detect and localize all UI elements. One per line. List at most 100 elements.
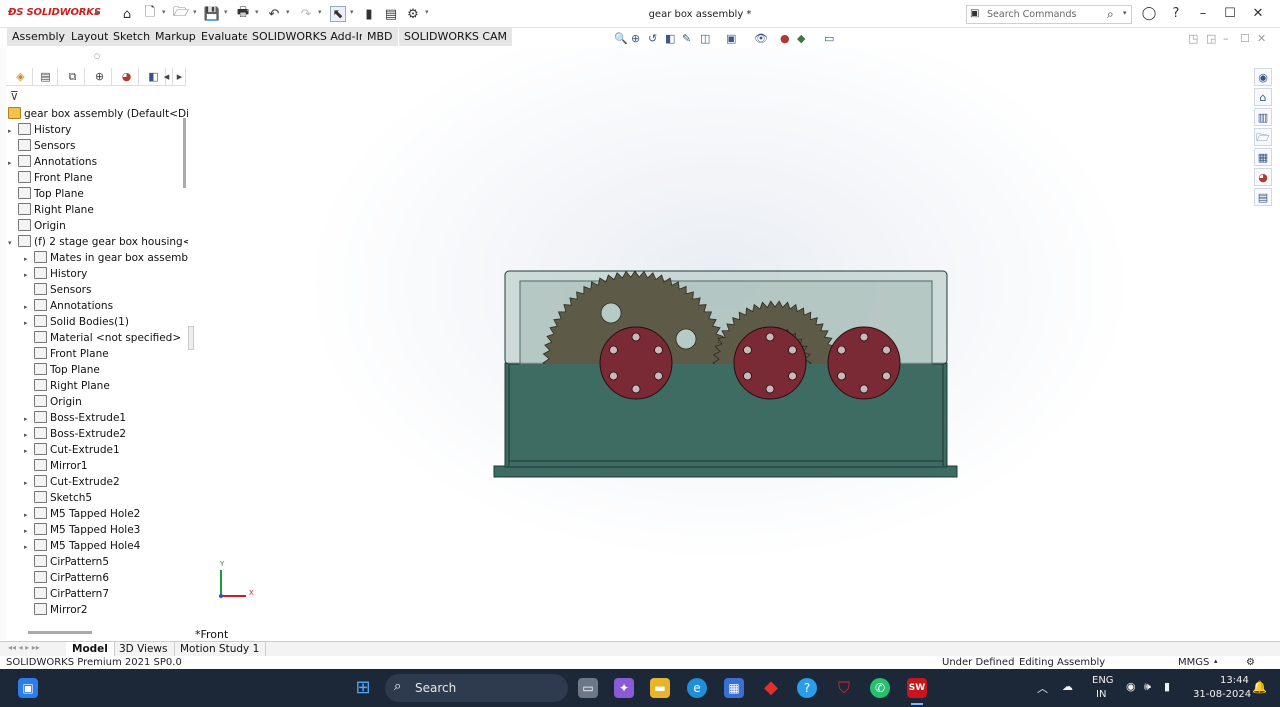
tab-3d-views[interactable]: 3D Views bbox=[113, 642, 175, 657]
tree-child-item[interactable]: Sensors bbox=[24, 282, 91, 298]
redo-icon[interactable]: ↷ bbox=[298, 6, 314, 22]
home-pane-icon[interactable]: ⌂ bbox=[1254, 88, 1272, 106]
tree-item[interactable]: Front Plane bbox=[8, 170, 93, 186]
file-explorer-taskbar-icon[interactable]: ▬ bbox=[650, 678, 670, 698]
edge-icon[interactable]: e bbox=[687, 678, 707, 698]
unit-system[interactable]: MMGS bbox=[1178, 657, 1209, 668]
tree-item[interactable]: ▸ History bbox=[8, 122, 71, 138]
taskbar-search[interactable]: ⌕ Search bbox=[385, 674, 568, 702]
save-caret-icon[interactable]: ▾ bbox=[224, 8, 228, 16]
help-app-icon[interactable]: ? bbox=[797, 678, 817, 698]
tree-child-item[interactable]: Top Plane bbox=[24, 362, 100, 378]
mcafee-icon[interactable]: ⛉ bbox=[834, 678, 854, 698]
tree-child-item[interactable]: ▸ M5 Tapped Hole3 bbox=[24, 522, 140, 538]
tree-item[interactable]: Top Plane bbox=[8, 186, 84, 202]
onedrive-icon[interactable]: ☁ bbox=[1062, 680, 1073, 693]
viewport-tile-icon[interactable]: ◲ bbox=[1206, 32, 1216, 45]
tree-child-item[interactable]: Origin bbox=[24, 394, 82, 410]
viewport-close-icon[interactable]: ✕ bbox=[1257, 32, 1266, 45]
tab-motion-study[interactable]: Motion Study 1 bbox=[174, 642, 267, 657]
tree-item[interactable]: Right Plane bbox=[8, 202, 94, 218]
tree-child-item[interactable]: ▸ Boss-Extrude2 bbox=[24, 426, 126, 442]
design-library-icon[interactable]: ▥ bbox=[1254, 108, 1272, 126]
tree-horizontal-scrollbar[interactable] bbox=[28, 631, 92, 634]
units-caret-icon[interactable]: ▴ bbox=[1214, 657, 1218, 665]
search-icon[interactable]: ⌕ bbox=[1107, 7, 1114, 22]
tab-cam[interactable]: SOLIDWORKS CAM bbox=[399, 28, 514, 46]
tree-child-item[interactable]: Mirror1 bbox=[24, 458, 88, 474]
collapse-arrow-icon[interactable]: ▾ bbox=[8, 235, 18, 251]
expand-arrow-icon[interactable]: ▸ bbox=[24, 523, 34, 539]
expand-arrow-icon[interactable]: ▸ bbox=[24, 475, 34, 491]
battery-icon[interactable]: ▮ bbox=[1164, 680, 1170, 693]
print-icon[interactable]: 🖶 bbox=[235, 5, 251, 22]
tree-vertical-scrollbar[interactable] bbox=[183, 118, 186, 188]
viewport-maximize-icon[interactable]: ☐ bbox=[1240, 32, 1250, 45]
tree-child-item[interactable]: ▸ History bbox=[24, 266, 87, 282]
tabs-left-arrow-icon[interactable]: ◂ bbox=[161, 68, 173, 85]
volume-icon[interactable]: 🕪 bbox=[1144, 680, 1151, 694]
property-manager-tab-icon[interactable]: ▤ bbox=[34, 68, 58, 85]
viewport-minimize-icon[interactable]: – bbox=[1223, 32, 1229, 45]
edit-appearance-icon[interactable]: ● bbox=[780, 32, 790, 45]
new-caret-icon[interactable]: ▾ bbox=[162, 8, 166, 16]
display-manager-tab-icon[interactable]: ◕ bbox=[115, 68, 139, 85]
file-explorer-icon[interactable]: 🗁 bbox=[1254, 128, 1272, 146]
solidworks-resources-icon[interactable]: ◉ bbox=[1254, 68, 1272, 86]
tab-assembly[interactable]: Assembly bbox=[7, 28, 72, 46]
expand-arrow-icon[interactable]: ▸ bbox=[8, 155, 18, 171]
select-icon[interactable]: ⬉ bbox=[330, 6, 346, 22]
appearances-icon[interactable]: ◕ bbox=[1254, 168, 1272, 186]
tree-child-item[interactable]: ▸ Boss-Extrude1 bbox=[24, 410, 126, 426]
task-view-icon[interactable]: ▭ bbox=[578, 678, 598, 698]
clock-time[interactable]: 13:44 bbox=[1220, 675, 1249, 686]
expand-arrow-icon[interactable]: ▸ bbox=[24, 267, 34, 283]
feature-tree-tab-icon[interactable]: ◈ bbox=[9, 68, 33, 85]
filter-icon[interactable]: ⊽ bbox=[10, 89, 19, 103]
start-icon[interactable]: ⊞ bbox=[353, 678, 373, 698]
expand-arrow-icon[interactable]: ▸ bbox=[24, 411, 34, 427]
dimxpert-tab-icon[interactable]: ⊕ bbox=[88, 68, 112, 85]
tree-child-item[interactable]: ▸ Mates in gear box assembl bbox=[24, 250, 191, 266]
tree-child-item[interactable]: ▸ M5 Tapped Hole2 bbox=[24, 506, 140, 522]
language-bottom[interactable]: IN bbox=[1096, 689, 1106, 700]
graphics-area[interactable]: Y X bbox=[188, 48, 1250, 640]
print-caret-icon[interactable]: ▾ bbox=[255, 8, 259, 16]
tree-child-item[interactable]: Material <not specified> bbox=[24, 330, 181, 346]
tree-child-item[interactable]: Front Plane bbox=[24, 346, 109, 362]
tree-item[interactable]: ▸ Annotations bbox=[8, 154, 97, 170]
section-view-icon[interactable]: ◧ bbox=[665, 32, 675, 45]
previous-view-icon[interactable]: ↺ bbox=[648, 32, 657, 45]
expand-arrow-icon[interactable]: ▸ bbox=[24, 427, 34, 443]
tree-child-item[interactable]: ▸ Solid Bodies(1) bbox=[24, 314, 129, 330]
panel-grip-icon[interactable]: ○ bbox=[94, 52, 100, 60]
new-document-icon[interactable]: 🗋 bbox=[142, 5, 158, 22]
search-caret-icon[interactable]: ▾ bbox=[1123, 9, 1127, 17]
tree-child-item[interactable]: Mirror2 bbox=[24, 602, 88, 618]
show-hidden-icons-icon[interactable]: ︿ bbox=[1037, 680, 1048, 696]
configuration-manager-tab-icon[interactable]: ⧉ bbox=[61, 68, 85, 85]
home-icon[interactable]: ⌂ bbox=[119, 6, 135, 22]
notifications-icon[interactable]: 🔔 bbox=[1252, 680, 1267, 694]
widgets-icon[interactable]: ▣ bbox=[18, 678, 38, 698]
display-style-icon[interactable]: ▣ bbox=[726, 32, 736, 45]
tree-item[interactable]: Origin bbox=[8, 218, 66, 234]
expand-arrow-icon[interactable]: ▸ bbox=[24, 507, 34, 523]
expand-arrow-icon[interactable]: ▸ bbox=[24, 299, 34, 315]
custom-properties-icon[interactable]: ▤ bbox=[1254, 188, 1272, 206]
view-settings-icon[interactable]: ▭ bbox=[824, 32, 834, 45]
whatsapp-icon[interactable]: ✆ bbox=[870, 678, 890, 698]
apply-scene-icon[interactable]: ◆ bbox=[797, 32, 805, 45]
tree-item[interactable]: Sensors bbox=[8, 138, 75, 154]
copilot-icon[interactable]: ✦ bbox=[614, 678, 634, 698]
tree-root-assembly[interactable]: gear box assembly (Default<Disp bbox=[8, 106, 201, 122]
select-caret-icon[interactable]: ▾ bbox=[350, 8, 354, 16]
save-icon[interactable]: 💾 bbox=[204, 6, 220, 22]
expand-arrow-icon[interactable]: ▸ bbox=[24, 315, 34, 331]
tree-item[interactable]: ▾ (f) 2 stage gear box housing<1 bbox=[8, 234, 198, 250]
undo-caret-icon[interactable]: ▾ bbox=[286, 8, 290, 16]
tab-scroll-arrows-icon[interactable]: ◂◂ ◂ ▸ ▸▸ bbox=[8, 643, 40, 652]
viewport-restore-icon[interactable]: ◳ bbox=[1188, 32, 1198, 45]
tab-addins[interactable]: SOLIDWORKS Add-Ins bbox=[247, 28, 378, 46]
options-gear-icon[interactable]: ⚙ bbox=[405, 6, 421, 22]
